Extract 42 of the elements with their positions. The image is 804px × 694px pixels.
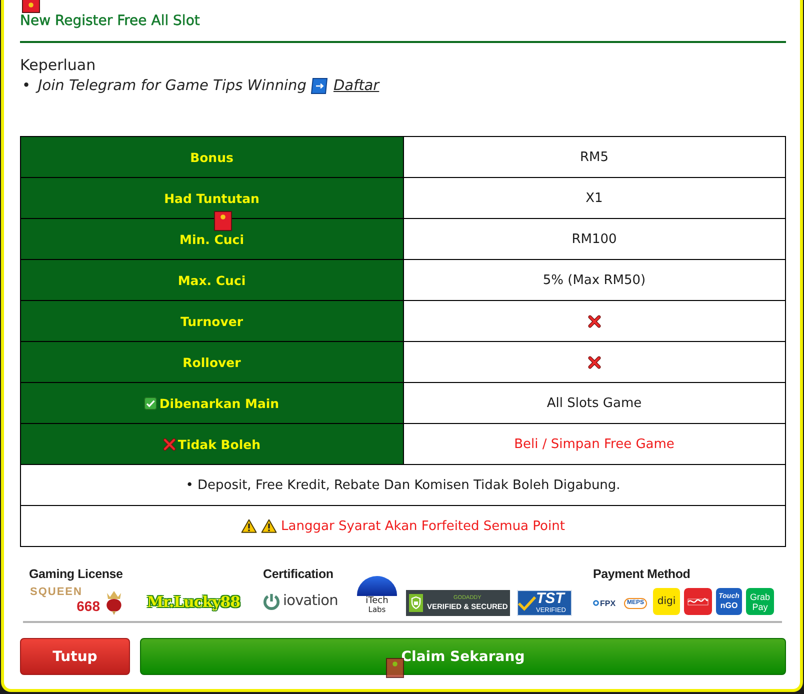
row-value: All Slots Game [546, 396, 642, 410]
claim-button[interactable]: Claim Sekarang [140, 638, 786, 675]
envelope-icon [214, 211, 232, 231]
row-value: RM5 [580, 150, 609, 164]
warning-text: Langgar Syarat Akan Forfeited Semua Point [281, 518, 565, 534]
cross-icon [588, 356, 601, 368]
envelope-icon [386, 658, 404, 678]
payment-logo [684, 588, 712, 615]
row-label: Rollover [182, 354, 241, 370]
row-label: Bonus [190, 150, 234, 164]
arrow-icon [311, 78, 328, 94]
check-icon [144, 396, 158, 410]
iovation-logo: iovation [263, 589, 348, 613]
row-label: Had Tuntutan [164, 190, 260, 206]
warning-icon [261, 519, 278, 533]
row-label: Max. Cuci [178, 272, 246, 288]
cross-icon [162, 438, 176, 450]
mr-lucky-logo: Mr.Lucky88 [146, 592, 241, 613]
register-link[interactable]: Daftar [333, 78, 380, 94]
requirement-text: Join Telegram for Game Tips Winning [38, 78, 306, 94]
cross-icon [588, 314, 601, 328]
row-value: 5% (Max RM50) [542, 272, 646, 288]
note-text: • Deposit, Free Kredit, Rebate Dan Komisen Tidak Boleh Digabung. [186, 478, 620, 492]
section-heading: Keperluan [20, 55, 96, 75]
digi-logo: digi [653, 588, 680, 615]
section-heading: Gaming License [29, 566, 123, 582]
squeen-logo: SQUEEN 668 [30, 586, 125, 616]
section-heading: Payment Method [593, 566, 690, 582]
row-value: X1 [586, 190, 603, 206]
bullet-mark: • [22, 78, 32, 94]
dialog-title: New Register Free All Slot [20, 12, 200, 30]
row-label: Turnover [180, 314, 243, 328]
row-value: Beli / Simpan Free Game [514, 436, 674, 452]
section-heading: Certification [263, 566, 334, 582]
row-label: Min. Cuci [180, 232, 244, 246]
fpx-logo: FPX [593, 590, 618, 616]
row-value: RM100 [572, 232, 617, 246]
grab-pay-logo: Grab Pay [746, 588, 774, 615]
warning-icon [241, 519, 258, 533]
row-label: Tidak Boleh [178, 436, 261, 452]
row-label: Dibenarkan Main [159, 396, 280, 410]
close-button[interactable]: Tutup [20, 638, 130, 675]
